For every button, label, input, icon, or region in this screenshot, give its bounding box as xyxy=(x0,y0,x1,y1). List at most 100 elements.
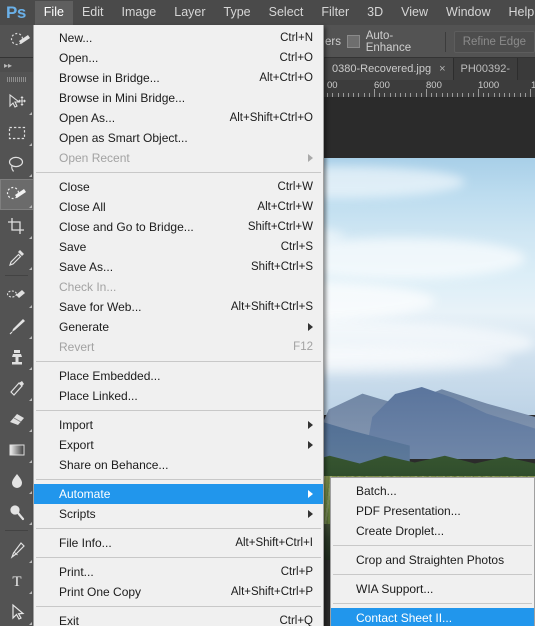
menu-item-shortcut: Alt+Shift+Ctrl+S xyxy=(230,301,313,313)
menu-item-place-embedded[interactable]: Place Embedded... xyxy=(34,366,323,386)
chevron-right-icon xyxy=(308,421,313,429)
menu-item-print-one-copy[interactable]: Print One Copy Alt+Shift+Ctrl+P xyxy=(34,582,323,602)
history-brush-tool-button[interactable] xyxy=(0,372,34,403)
menubar-item-3d[interactable]: 3D xyxy=(358,1,392,25)
menu-item-print[interactable]: Print... Ctrl+P xyxy=(34,562,323,582)
ruler-tick xyxy=(368,93,370,97)
tool-flyout-marker xyxy=(29,460,32,463)
menu-item-pdf-presentation[interactable]: PDF Presentation... xyxy=(331,501,534,521)
ruler-label: 1000 xyxy=(478,80,500,91)
menubar-item-filter[interactable]: Filter xyxy=(312,1,358,25)
menu-item-generate[interactable]: Generate xyxy=(34,317,323,337)
file-dropdown-menu[interactable]: New... Ctrl+N Open... Ctrl+O Browse in Bridg… xyxy=(33,25,324,626)
automate-submenu[interactable]: Batch... PDF Presentation... Create Drople… xyxy=(330,477,535,626)
menubar-item-view[interactable]: View xyxy=(392,1,437,25)
menu-item-browse-in-mini-bridge[interactable]: Browse in Mini Bridge... xyxy=(34,88,323,108)
menu-item-place-linked[interactable]: Place Linked... xyxy=(34,386,323,406)
menu-item-label: PDF Presentation... xyxy=(356,504,461,518)
gradient-tool-button[interactable] xyxy=(0,434,34,465)
type-tool-button[interactable]: T xyxy=(0,565,34,596)
menu-item-contact-sheet-ii[interactable]: Contact Sheet II... xyxy=(331,608,534,626)
ruler-tick xyxy=(441,93,443,97)
ruler-tick xyxy=(504,93,505,97)
toolbar-grip[interactable] xyxy=(0,72,33,86)
document-tab-inactive[interactable]: PH00392- xyxy=(453,58,519,80)
menu-item-close-and-go-to-bridge[interactable]: Close and Go to Bridge... Shift+Ctrl+W xyxy=(34,217,323,237)
ruler-tick xyxy=(348,93,349,97)
menubar-item-window[interactable]: Window xyxy=(437,1,499,25)
menu-separator xyxy=(36,361,321,362)
menu-item-browse-in-bridge[interactable]: Browse in Bridge... Alt+Ctrl+O xyxy=(34,68,323,88)
menu-item-automate[interactable]: Automate xyxy=(34,484,323,504)
menu-item-open[interactable]: Open... Ctrl+O xyxy=(34,48,323,68)
clone-stamp-tool-button[interactable] xyxy=(0,341,34,372)
menu-item-wia-support[interactable]: WIA Support... xyxy=(331,579,534,599)
blur-droplet-icon xyxy=(12,473,22,488)
menu-item-import[interactable]: Import xyxy=(34,415,323,435)
brush-tool-button[interactable] xyxy=(0,310,34,341)
menu-item-exit[interactable]: Exit Ctrl+Q xyxy=(34,611,323,626)
ruler-tick xyxy=(431,93,433,97)
menu-item-save[interactable]: Save Ctrl+S xyxy=(34,237,323,257)
chevron-right-icon xyxy=(308,154,313,162)
path-selection-tool-button[interactable] xyxy=(0,596,34,626)
tool-flyout-marker xyxy=(29,591,32,594)
quick-selection-tool-button[interactable] xyxy=(0,179,34,210)
eyedropper-tool-button[interactable] xyxy=(0,241,34,272)
ruler-tick xyxy=(462,93,464,97)
menubar-item-image[interactable]: Image xyxy=(113,1,166,25)
menu-item-open-as-smart-object[interactable]: Open as Smart Object... xyxy=(34,128,323,148)
menu-separator xyxy=(333,574,532,575)
crop-tool-button[interactable] xyxy=(0,210,34,241)
move-tool-button[interactable] xyxy=(0,86,34,117)
menu-item-label: Place Embedded... xyxy=(59,369,161,383)
auto-enhance-checkbox[interactable] xyxy=(346,35,360,48)
dodge-tool-button[interactable] xyxy=(0,496,34,527)
menu-item-crop-and-straighten-photos[interactable]: Crop and Straighten Photos xyxy=(331,550,534,570)
document-tab-label: 0380-Recovered.jpg xyxy=(332,63,432,75)
menubar-item-edit[interactable]: Edit xyxy=(73,1,113,25)
menu-item-label: Revert xyxy=(59,340,95,354)
menu-item-save-for-web[interactable]: Save for Web... Alt+Shift+Ctrl+S xyxy=(34,297,323,317)
main-menu-bar: Ps File Edit Image Layer Type Select Filter 3D V… xyxy=(0,0,535,25)
menu-item-save-as[interactable]: Save As... Shift+Ctrl+S xyxy=(34,257,323,277)
menubar-item-layer[interactable]: Layer xyxy=(165,1,214,25)
menu-item-export[interactable]: Export xyxy=(34,435,323,455)
ruler-tick xyxy=(353,93,355,97)
toolbar-collapse-button[interactable]: ▸▸ xyxy=(0,58,33,72)
menu-item-label: Import xyxy=(59,418,94,432)
close-icon[interactable]: × xyxy=(439,63,445,75)
menu-item-file-info[interactable]: File Info... Alt+Shift+Ctrl+I xyxy=(34,533,323,553)
refine-edge-button[interactable]: Refine Edge xyxy=(453,30,535,53)
menu-item-shortcut: Shift+Ctrl+S xyxy=(251,261,313,273)
rectangular-marquee-tool-button[interactable] xyxy=(0,117,34,148)
menu-item-batch[interactable]: Batch... xyxy=(331,481,534,501)
menu-item-create-droplet[interactable]: Create Droplet... xyxy=(331,521,534,541)
menu-item-label: Browse in Bridge... xyxy=(59,71,160,85)
document-tab-active[interactable]: 0380-Recovered.jpg × xyxy=(325,58,454,80)
menu-item-close[interactable]: Close Ctrl+W xyxy=(34,177,323,197)
menu-item-new[interactable]: New... Ctrl+N xyxy=(34,28,323,48)
menu-item-open-as[interactable]: Open As... Alt+Shift+Ctrl+O xyxy=(34,108,323,128)
menu-item-shortcut: Ctrl+P xyxy=(280,566,313,578)
menubar-item-file[interactable]: File xyxy=(34,0,73,25)
menu-item-share-on-behance[interactable]: Share on Behance... xyxy=(34,455,323,475)
menu-item-shortcut: Alt+Shift+Ctrl+I xyxy=(235,537,313,549)
menu-item-close-all[interactable]: Close All Alt+Ctrl+W xyxy=(34,197,323,217)
menu-item-shortcut: Ctrl+S xyxy=(280,241,313,253)
menubar-item-help[interactable]: Help xyxy=(500,1,535,25)
menu-item-scripts[interactable]: Scripts xyxy=(34,504,323,524)
menu-item-label: Save for Web... xyxy=(59,300,142,314)
lasso-tool-button[interactable] xyxy=(0,148,34,179)
eraser-tool-button[interactable] xyxy=(0,403,34,434)
pen-tool-button[interactable] xyxy=(0,534,34,565)
menubar-item-select[interactable]: Select xyxy=(260,1,313,25)
spot-healing-brush-tool-button[interactable] xyxy=(0,279,34,310)
menu-item-label: WIA Support... xyxy=(356,582,434,596)
blur-tool-button[interactable] xyxy=(0,465,34,496)
menubar-item-type[interactable]: Type xyxy=(215,1,260,25)
menu-item-label: Generate xyxy=(59,320,110,334)
menu-item-label: Browse in Mini Bridge... xyxy=(59,91,186,105)
pen-icon xyxy=(10,541,25,559)
spot-healing-brush-icon xyxy=(6,289,25,298)
